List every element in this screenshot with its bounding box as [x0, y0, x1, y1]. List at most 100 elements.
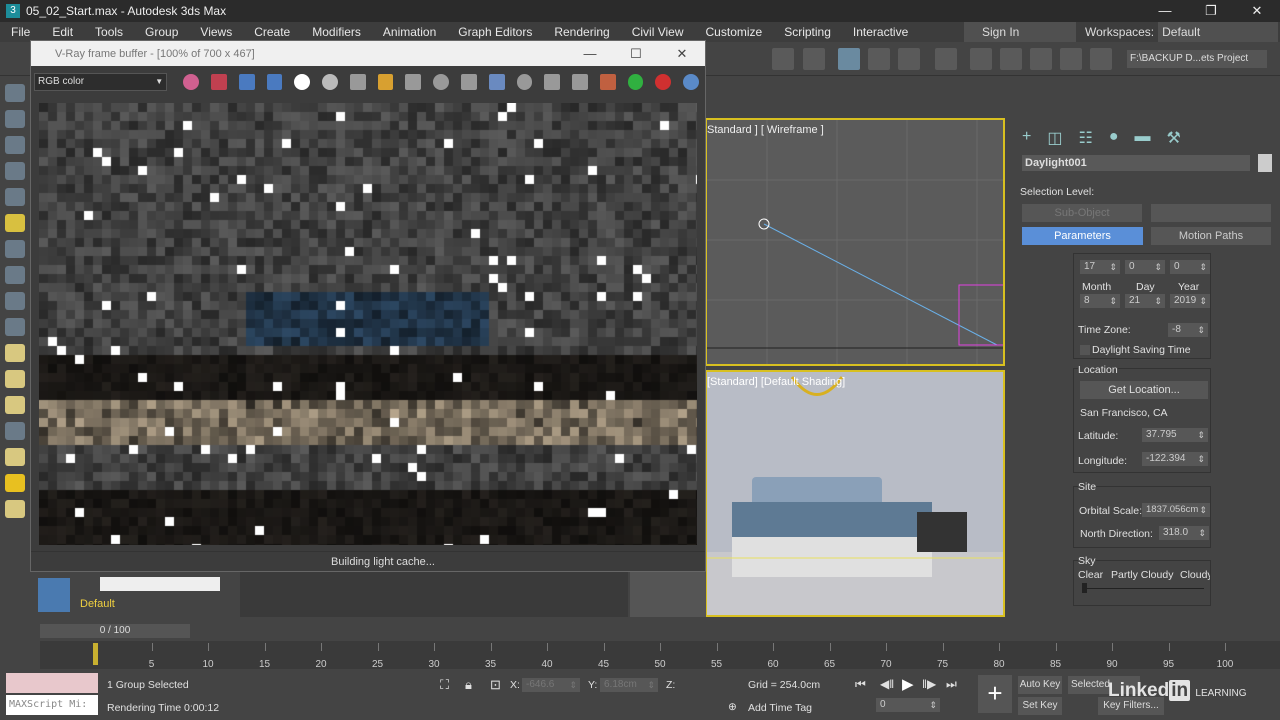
maxscript-listener[interactable] [6, 673, 98, 693]
object-name-field[interactable]: Daylight001 [1022, 155, 1250, 171]
utilities-tab-icon[interactable]: ⚒ [1166, 128, 1180, 148]
auto-key-button[interactable]: Auto Key [1018, 676, 1062, 694]
hours-spinner[interactable]: 17 [1080, 260, 1120, 274]
menu-create[interactable]: Create [243, 25, 301, 39]
mono-icon[interactable] [322, 74, 338, 90]
zoom-icon[interactable] [572, 74, 588, 90]
color-picker-icon[interactable] [183, 74, 199, 90]
workspaces-value[interactable]: Default [1158, 22, 1279, 42]
minutes-spinner[interactable]: 0 [1125, 260, 1165, 274]
cone-icon[interactable] [5, 448, 25, 466]
viewport-label[interactable]: Standard ] [ Wireframe ] [707, 124, 824, 136]
goto-end-icon[interactable]: ⏭ [946, 677, 957, 692]
open-folder-icon[interactable] [377, 74, 394, 90]
toolbar-button[interactable] [772, 48, 794, 70]
tool-icon[interactable] [5, 318, 25, 336]
stop-icon[interactable] [655, 74, 672, 90]
hierarchy-tab-icon[interactable]: ☷ [1078, 128, 1092, 148]
viewport-partial[interactable] [630, 572, 706, 617]
workspaces-selector[interactable]: Workspaces: Default [1085, 22, 1279, 42]
red-channel-button[interactable] [210, 74, 227, 90]
day-spinner[interactable]: 21 [1125, 294, 1165, 308]
north-direction-spinner[interactable]: 318.0 [1159, 526, 1209, 540]
month-spinner[interactable]: 8 [1080, 294, 1120, 308]
longitude-spinner[interactable]: -122.394 [1142, 452, 1208, 466]
layer-icon[interactable] [38, 578, 70, 612]
menu-interactive[interactable]: Interactive [842, 25, 919, 39]
sphere-icon[interactable] [5, 370, 25, 388]
add-time-tag[interactable]: Add Time Tag [748, 702, 812, 714]
link-icon[interactable] [488, 74, 505, 90]
year-spinner[interactable]: 2019 [1170, 294, 1210, 308]
region-render-icon[interactable] [599, 74, 616, 90]
tool-icon[interactable] [5, 292, 25, 310]
project-path[interactable]: F:\BACKUP D...ets Project [1127, 50, 1267, 68]
next-frame-icon[interactable]: ‖▶ [922, 677, 936, 691]
histogram-icon[interactable] [544, 74, 561, 90]
current-frame-field[interactable]: 0 [876, 698, 940, 712]
box-icon[interactable] [5, 344, 25, 362]
sun-icon[interactable] [5, 474, 25, 492]
menu-scripting[interactable]: Scripting [773, 25, 842, 39]
create-tab-icon[interactable]: + [1022, 128, 1031, 148]
teapot-icon[interactable] [683, 74, 700, 90]
motion-paths-button[interactable]: Motion Paths [1151, 227, 1271, 245]
time-slider[interactable]: 0 / 100 [40, 624, 190, 638]
set-key-mode-button[interactable]: + [978, 675, 1012, 713]
timeline-cursor[interactable] [93, 643, 98, 665]
render-button[interactable] [1030, 48, 1052, 70]
get-location-button[interactable]: Get Location... [1080, 381, 1208, 399]
maxscript-input[interactable]: MAXScript Mi: [6, 695, 98, 715]
seconds-spinner[interactable]: 0 [1170, 260, 1210, 274]
tool-icon[interactable] [5, 240, 25, 258]
sign-in-button[interactable]: Sign In [964, 22, 1076, 42]
timeline[interactable]: 5 10 15 20 25 30 35 40 45 50 55 60 65 70 75 80 85 90 95 100 [40, 641, 1280, 670]
sub-object-button[interactable]: Sub-Object [1022, 204, 1142, 222]
render-iterative-button[interactable] [1060, 48, 1082, 70]
viewport-label[interactable]: [Standard] [Default Shading] [707, 376, 845, 388]
time-tag-icon[interactable]: ⊕ [728, 701, 737, 713]
track-mouse-icon[interactable] [433, 74, 450, 90]
render-frame-button[interactable] [1000, 48, 1022, 70]
toolbar-button[interactable] [868, 48, 890, 70]
tool-icon[interactable] [5, 266, 25, 284]
latitude-spinner[interactable]: 37.795 [1142, 428, 1208, 442]
time-zone-spinner[interactable]: -8 [1168, 323, 1208, 337]
toolbar-button[interactable] [803, 48, 825, 70]
lock-icon[interactable]: 🔒︎ [465, 677, 472, 693]
region-icon[interactable] [461, 74, 477, 90]
maximize-button[interactable]: ❐ [1188, 0, 1234, 22]
toolbar-button[interactable] [898, 48, 920, 70]
y-coordinate-field[interactable]: 6.18cm [600, 678, 658, 692]
layer-scroll[interactable] [100, 577, 220, 591]
menu-civil-view[interactable]: Civil View [621, 25, 695, 39]
tool-icon[interactable] [5, 110, 25, 128]
tool-icon[interactable] [5, 422, 25, 440]
menu-tools[interactable]: Tools [84, 25, 134, 39]
vfb-close-button[interactable]: ✕ [659, 41, 705, 66]
menu-rendering[interactable]: Rendering [543, 25, 620, 39]
vfb-minimize-button[interactable]: — [567, 41, 613, 66]
render-setup-button[interactable] [970, 48, 992, 70]
prev-frame-icon[interactable]: ◀‖ [880, 677, 894, 691]
alpha-icon[interactable] [294, 74, 311, 90]
channel-dropdown[interactable]: RGB color ▼ [34, 73, 168, 91]
toolbar-button[interactable] [1090, 48, 1112, 70]
tool-icon[interactable] [5, 136, 25, 154]
close-button[interactable]: ✕ [1234, 0, 1280, 22]
menu-views[interactable]: Views [189, 25, 243, 39]
sky-slider[interactable] [1082, 588, 1204, 589]
x-coordinate-field[interactable]: -646.6 [522, 678, 580, 692]
green-channel-button[interactable] [238, 74, 255, 90]
minimize-button[interactable]: — [1142, 0, 1188, 22]
viewport-top[interactable]: Standard ] [ Wireframe ] [705, 118, 1005, 366]
tool-icon[interactable] [5, 188, 25, 206]
light-icon[interactable] [5, 214, 25, 232]
save-icon[interactable] [349, 74, 366, 90]
tool-icon[interactable] [5, 162, 25, 180]
tool-icon[interactable] [5, 500, 25, 518]
menu-edit[interactable]: Edit [41, 25, 84, 39]
sky-slider-handle[interactable] [1082, 583, 1087, 593]
menu-modifiers[interactable]: Modifiers [301, 25, 372, 39]
menu-graph-editors[interactable]: Graph Editors [447, 25, 543, 39]
